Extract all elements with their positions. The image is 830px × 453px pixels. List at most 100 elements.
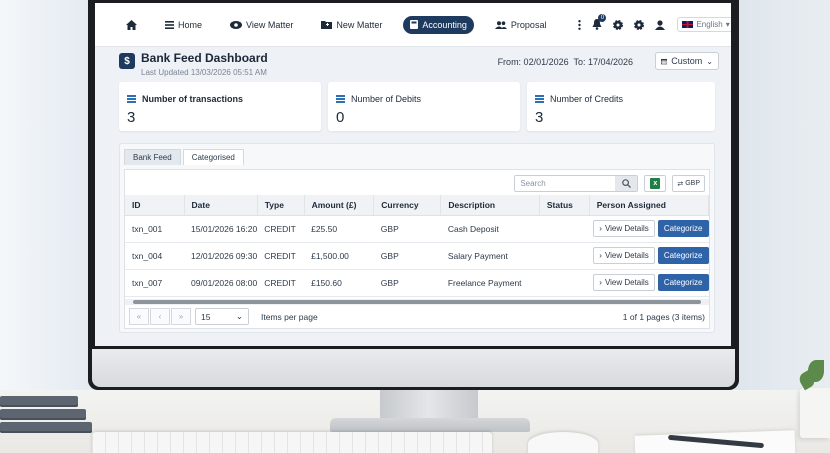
wall-background (735, 0, 830, 390)
cell-date: 09/01/2026 08:00 (184, 269, 258, 297)
export-excel-button[interactable]: x (644, 175, 667, 192)
plant-pot (800, 388, 830, 438)
first-page-button[interactable]: « (129, 308, 149, 325)
column-header[interactable]: Date (184, 195, 258, 216)
column-header[interactable]: Person Assigned (589, 195, 710, 216)
nav-new-matter[interactable]: New Matter (314, 16, 389, 34)
cell-date: 12/01/2026 09:30 (184, 242, 258, 270)
column-header[interactable]: Description (440, 195, 540, 216)
view-details-label: View Details (604, 278, 649, 287)
menu-icon (165, 20, 174, 29)
cell-currency: GBP (373, 242, 441, 270)
categorize-button[interactable]: Categorize (657, 220, 709, 237)
table-row: txn_001 15/01/2026 16:20 CREDIT £25.50 G… (125, 215, 709, 243)
bank-feed-panel: Bank Feed Categorised Search x ⇄ GBP ID … (119, 143, 715, 333)
tab-bank-feed[interactable]: Bank Feed (124, 149, 181, 165)
search-input[interactable]: Search (514, 175, 639, 192)
cell-actions: › View Details Categorize (589, 215, 709, 243)
tab-bar: Bank Feed Categorised (124, 149, 244, 165)
monitor-stand-base (330, 418, 530, 432)
cell-status (539, 242, 590, 270)
cell-status (539, 269, 590, 297)
chevron-down-icon: ⌄ (706, 56, 713, 66)
more-options-button[interactable] (578, 18, 582, 32)
cell-amount: £1,500.00 (304, 242, 374, 270)
nav-home[interactable] (119, 16, 144, 34)
grid-toolbar: Search x ⇄ GBP (514, 175, 705, 193)
stat-label: Number of Debits (351, 94, 422, 104)
categorize-button[interactable]: Categorize (657, 274, 709, 291)
scrollbar-thumb[interactable] (133, 300, 701, 304)
calculator-icon (410, 20, 419, 29)
admin-settings-button[interactable] (634, 18, 645, 32)
nav-accounting[interactable]: Accounting (403, 15, 474, 34)
currency-button[interactable]: ⇄ GBP (672, 175, 705, 192)
cell-actions: › View Details Categorize (589, 269, 709, 297)
gear-icon (613, 19, 624, 30)
nav-item-label: Home (178, 19, 203, 30)
column-header[interactable]: Amount (£) (304, 195, 375, 216)
chevron-right-icon: › (599, 251, 602, 260)
search-icon (622, 179, 631, 188)
view-details-button[interactable]: › View Details (593, 274, 655, 291)
date-range-select[interactable]: Custom ⌄ (655, 52, 719, 70)
share-icon: ⇄ (677, 180, 684, 188)
uk-flag-icon (682, 21, 694, 28)
horizontal-scrollbar[interactable] (125, 299, 709, 305)
date-range-option: Custom (671, 56, 703, 66)
page-size-value: 15 (201, 311, 211, 322)
chevron-down-icon: ▾ (725, 20, 730, 29)
page-size-select[interactable]: 15 ⌄ (195, 308, 249, 325)
list-icon (535, 95, 544, 103)
user-profile-button[interactable] (655, 18, 666, 32)
search-button[interactable] (615, 176, 638, 191)
nav-menu-home[interactable]: Home (158, 16, 209, 34)
calendar-icon (661, 58, 668, 64)
column-header[interactable]: ID (125, 195, 185, 216)
cell-id: txn_007 (125, 269, 185, 297)
view-details-button[interactable]: › View Details (593, 220, 655, 237)
tab-categorised[interactable]: Categorised (182, 149, 244, 165)
column-header[interactable]: Currency (373, 195, 442, 216)
cell-type: CREDIT (257, 215, 305, 243)
transactions-table: ID Date Type Amount (£) Currency Descrip… (125, 195, 710, 297)
view-details-button[interactable]: › View Details (593, 247, 655, 264)
date-range-text: From: 02/01/2026 To: 17/04/2026 (497, 57, 633, 67)
page-header: $ Bank Feed Dashboard Last Updated 13/03… (119, 51, 719, 81)
cell-type: CREDIT (257, 269, 305, 297)
monitor-chin (92, 349, 735, 387)
currency-label: GBP (685, 180, 700, 187)
stat-value: 3 (127, 109, 136, 126)
transactions-grid: Search x ⇄ GBP ID Date Type Amount (£) C… (124, 169, 710, 329)
cell-amount: £150.60 (304, 269, 374, 297)
column-header[interactable]: Type (257, 195, 305, 216)
pager-info: 1 of 1 pages (3 items) (622, 312, 705, 322)
next-page-button[interactable]: » (171, 308, 191, 325)
language-select[interactable]: English ▾ (677, 17, 731, 32)
settings-button[interactable] (613, 18, 624, 32)
nav-view-matter[interactable]: View Matter (223, 16, 300, 34)
language-label: English (696, 20, 723, 29)
stat-card-credits: Number of Credits 3 (527, 82, 715, 131)
prev-page-button[interactable]: ‹ (150, 308, 170, 325)
cell-date: 15/01/2026 16:20 (184, 215, 258, 243)
folder-plus-icon (321, 21, 333, 29)
cell-status (539, 215, 590, 243)
book-stack (0, 396, 95, 435)
pager: « ‹ » 15 ⌄ Items per page 1 of 1 pages (… (129, 308, 705, 326)
stat-label: Number of Credits (550, 94, 624, 104)
home-icon (126, 19, 137, 30)
user-icon (655, 19, 666, 30)
cell-id: txn_001 (125, 215, 185, 243)
app-screen: Home View Matter New Matter Accounting P… (95, 3, 731, 346)
nav-proposal[interactable]: Proposal (488, 16, 554, 34)
column-header[interactable]: Status (539, 195, 590, 216)
categorize-button[interactable]: Categorize (657, 247, 709, 264)
users-icon (494, 20, 507, 29)
search-placeholder: Search (520, 179, 546, 188)
view-details-label: View Details (604, 251, 649, 260)
stat-value: 3 (535, 109, 544, 126)
notifications-button[interactable]: 0 (592, 13, 607, 32)
list-icon (127, 95, 136, 103)
gear-icon (634, 19, 645, 30)
